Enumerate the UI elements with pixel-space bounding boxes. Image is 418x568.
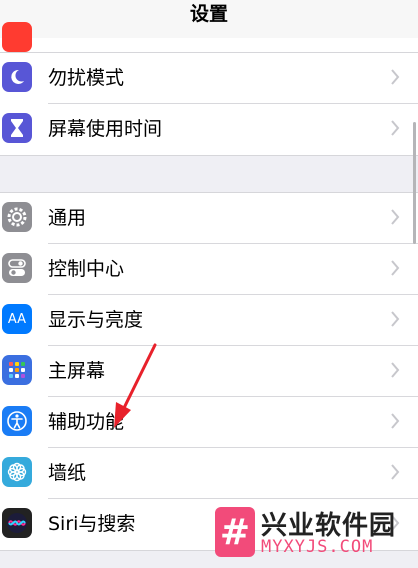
settings-group-focus: 勿扰模式 屏幕使用时间 <box>0 52 418 156</box>
row-label: 主屏幕 <box>48 360 106 382</box>
gear-icon <box>2 202 32 232</box>
wallpaper-flower-icon <box>2 457 32 487</box>
notification-icon <box>2 22 32 52</box>
hourglass-icon <box>2 113 32 143</box>
chevron-right-icon <box>391 209 400 225</box>
row-display-brightness[interactable]: AA 显示与亮度 <box>0 294 418 346</box>
chevron-right-icon <box>391 362 400 378</box>
chevron-right-icon <box>391 464 400 480</box>
row-label: 勿扰模式 <box>48 67 125 89</box>
siri-icon <box>2 508 32 538</box>
partially-hidden-row[interactable] <box>0 22 418 53</box>
watermark: # 兴业软件园 MYXYJS.COM <box>213 503 418 568</box>
row-label: 屏幕使用时间 <box>48 118 163 140</box>
page-title: 设置 <box>189 3 228 25</box>
chevron-right-icon <box>391 120 400 136</box>
scroll-indicator[interactable] <box>413 122 416 244</box>
row-screen-time[interactable]: 屏幕使用时间 <box>0 103 418 155</box>
row-label: 通用 <box>48 207 87 229</box>
chevron-right-icon <box>391 260 400 276</box>
row-label: 显示与亮度 <box>48 309 144 331</box>
nav-bar: 设置 <box>0 0 418 39</box>
settings-group-general: 通用 控制中心 AA 显示与亮度 主屏幕 辅助功能 墙纸 Siri与搜索 <box>0 192 418 551</box>
home-screen-grid-icon <box>2 355 32 385</box>
chevron-right-icon <box>391 413 400 429</box>
row-label: Siri与搜索 <box>48 513 136 535</box>
moon-icon <box>2 62 32 92</box>
annotation-arrow <box>114 343 157 428</box>
accessibility-person-icon <box>2 406 32 436</box>
row-general[interactable]: 通用 <box>0 193 418 244</box>
chevron-right-icon <box>391 311 400 327</box>
row-home-screen[interactable]: 主屏幕 <box>0 345 418 397</box>
row-do-not-disturb[interactable]: 勿扰模式 <box>0 53 418 104</box>
chevron-right-icon <box>391 69 400 85</box>
watermark-url: MYXYJS.COM <box>261 537 374 557</box>
row-control-center[interactable]: 控制中心 <box>0 243 418 295</box>
row-accessibility[interactable]: 辅助功能 <box>0 396 418 448</box>
text-size-icon: AA <box>2 304 32 334</box>
row-label: 控制中心 <box>48 258 125 280</box>
watermark-logo: # <box>215 507 255 557</box>
row-label: 墙纸 <box>48 462 87 484</box>
toggles-icon <box>2 253 32 283</box>
row-wallpaper[interactable]: 墙纸 <box>0 447 418 499</box>
